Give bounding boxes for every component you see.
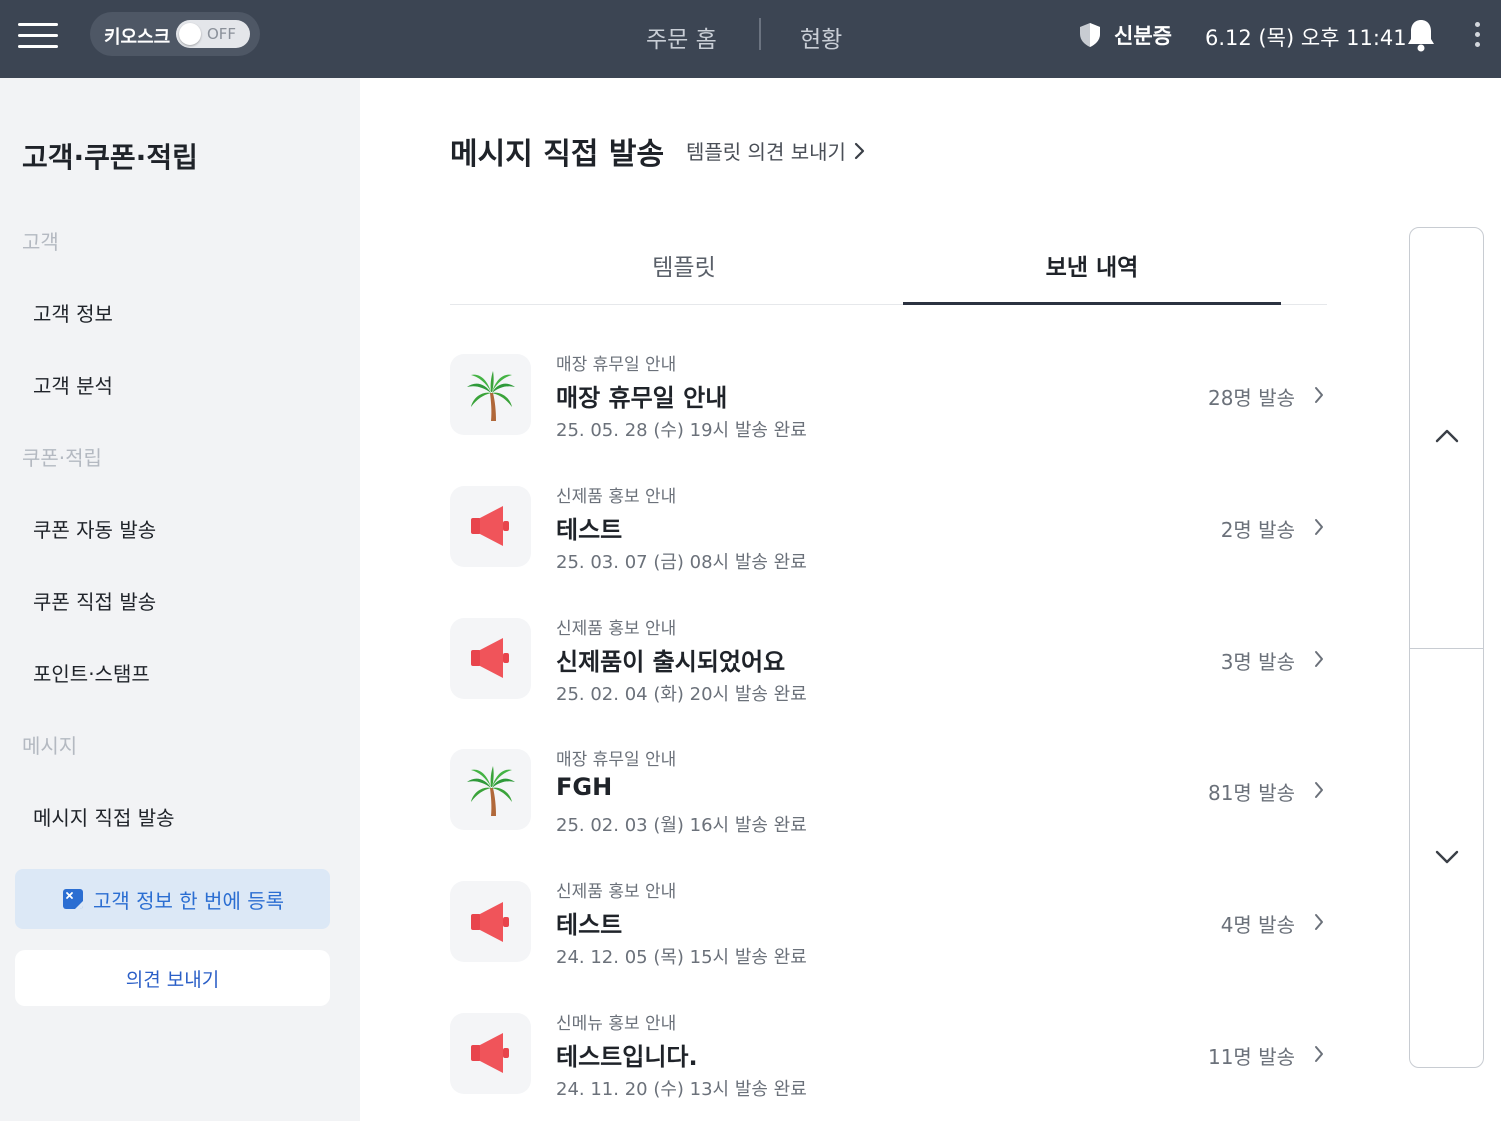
kiosk-state-label: OFF: [207, 25, 237, 43]
datetime: 6.12 (목) 오후 11:41: [1205, 26, 1407, 50]
sidebar-item-point-stamp[interactable]: 포인트·스탬프: [33, 658, 150, 687]
history-row[interactable]: 신제품 홍보 안내신제품이 출시되었어요 25. 02. 04 (화) 20시 발…: [450, 604, 1327, 736]
sidebar-item-coupon-direct[interactable]: 쿠폰 직접 발송: [33, 586, 156, 615]
row-date: 25. 03. 07 (금) 08시 발송 완료: [556, 551, 807, 573]
scroll-up-button[interactable]: [1410, 228, 1483, 648]
sidebar-section-message: 메시지: [22, 734, 78, 758]
row-date: 25. 02. 03 (월) 16시 발송 완료: [556, 815, 807, 837]
shield-icon: [1080, 23, 1100, 47]
chevron-right-icon: [1315, 914, 1323, 931]
row-recipient-count: 4명 발송: [1220, 913, 1295, 938]
row-category: 신제품 홍보 안내: [556, 618, 677, 639]
row-title: 매장 휴무일 안내: [556, 384, 728, 412]
megaphone-icon: [450, 1012, 531, 1094]
row-title: 테스트: [556, 911, 623, 940]
sidebar-item-coupon-auto[interactable]: 쿠폰 자동 발송: [33, 514, 156, 543]
history-row[interactable]: 신메뉴 홍보 안내테스트입니다. 24. 11. 20 (수) 13시 발송 완료…: [450, 999, 1327, 1121]
sidebar-section-customer: 고객: [22, 230, 59, 254]
bulk-register-label: 고객 정보 한 번에 등록: [92, 888, 285, 913]
tab-sent-history[interactable]: 보낸 내역: [903, 248, 1281, 282]
row-recipient-count: 11명 발송: [1207, 1044, 1295, 1069]
template-feedback-link[interactable]: 템플릿 의견 보내기: [686, 136, 866, 165]
chevron-down-icon: [1435, 850, 1459, 864]
row-recipient-count: 28명 발송: [1207, 386, 1295, 410]
chevron-up-icon: [1435, 429, 1459, 443]
scroll-down-button[interactable]: [1410, 649, 1483, 1067]
template-feedback-label: 템플릿 의견 보내기: [686, 140, 846, 164]
toggle-knob: [179, 23, 201, 45]
kiosk-toggle[interactable]: OFF: [176, 20, 250, 48]
row-title: FGH: [556, 773, 613, 802]
tab-template[interactable]: 템플릿: [450, 248, 918, 282]
kiosk-toggle-group: 키오스크 OFF: [90, 12, 260, 56]
scroll-panel: [1409, 227, 1484, 1068]
row-recipient-count: 2명 발송: [1220, 517, 1295, 542]
excel-upload-icon: [62, 889, 83, 909]
more-icon[interactable]: [1467, 19, 1487, 51]
megaphone-icon: [450, 617, 531, 699]
sidebar-section-coupon: 쿠폰·적립: [22, 446, 102, 470]
chevron-right-icon: [854, 142, 865, 159]
sent-history-list: 매장 휴무일 안내 매장 휴무일 안내 25. 05. 28 (수) 19시 발송 …: [450, 340, 1327, 1121]
sidebar-item-customer-analysis[interactable]: 고객 분석: [33, 370, 113, 399]
row-title: 테스트입니다.: [556, 1042, 698, 1071]
chevron-right-icon: [1315, 782, 1323, 799]
bulk-register-button[interactable]: 고객 정보 한 번에 등록: [15, 869, 330, 929]
megaphone-icon: [450, 485, 531, 567]
chevron-right-icon: [1315, 650, 1323, 667]
row-category: 매장 휴무일 안내: [556, 750, 677, 771]
sidebar: 고객·쿠폰·적립 고객 고객 정보 고객 분석 쿠폰·적립 쿠폰 자동 발송 쿠…: [0, 78, 360, 1121]
palm-tree-icon: [450, 354, 531, 435]
active-tab-indicator: [903, 302, 1281, 305]
nav-divider: [759, 18, 761, 50]
sidebar-title: 고객·쿠폰·적립: [22, 141, 198, 174]
row-date: 24. 12. 05 (목) 15시 발송 완료: [556, 947, 807, 969]
chevron-right-icon: [1315, 518, 1323, 535]
bell-icon[interactable]: [1405, 17, 1437, 53]
sidebar-item-message-direct[interactable]: 메시지 직접 발송: [33, 802, 175, 831]
kiosk-label: 키오스크: [104, 27, 171, 48]
history-row[interactable]: 매장 휴무일 안내 FGH 25. 02. 03 (월) 16시 발송 완료 81명 …: [450, 735, 1327, 867]
row-category: 매장 휴무일 안내: [556, 355, 677, 375]
row-recipient-count: 3명 발송: [1220, 649, 1295, 674]
history-row[interactable]: 신제품 홍보 안내테스트 24. 12. 05 (목) 15시 발송 완료 4명 발…: [450, 867, 1327, 999]
row-category: 신메뉴 홍보 안내: [556, 1013, 677, 1034]
row-title: 테스트: [556, 515, 623, 544]
nav-order-home[interactable]: 주문 홈: [646, 20, 717, 54]
palm-tree-icon: [450, 749, 531, 831]
row-category: 신제품 홍보 안내: [556, 882, 677, 903]
feedback-label: 의견 보내기: [125, 968, 220, 991]
menu-icon[interactable]: [18, 22, 58, 48]
top-bar: 키오스크 OFF 주문 홈 현황 신분증 6.12 (목) 오후 11:41: [0, 0, 1501, 78]
row-date: 25. 02. 04 (화) 20시 발송 완료: [556, 683, 807, 705]
nav-status[interactable]: 현황: [800, 20, 842, 54]
row-category: 신제품 홍보 안내: [556, 486, 677, 507]
history-row[interactable]: 신제품 홍보 안내테스트 25. 03. 07 (금) 08시 발송 완료 2명 발…: [450, 472, 1327, 604]
page-title: 메시지 직접 발송: [450, 137, 665, 172]
sidebar-item-customer-info[interactable]: 고객 정보: [33, 298, 113, 327]
row-title: 신제품이 출시되었어요: [556, 647, 786, 676]
id-card-label: 신분증: [1114, 24, 1172, 48]
row-date: 25. 05. 28 (수) 19시 발송 완료: [556, 420, 807, 441]
megaphone-icon: [450, 881, 531, 963]
row-date: 24. 11. 20 (수) 13시 발송 완료: [556, 1078, 807, 1100]
feedback-button[interactable]: 의견 보내기: [15, 950, 330, 1006]
history-row[interactable]: 매장 휴무일 안내 매장 휴무일 안내 25. 05. 28 (수) 19시 발송 …: [450, 340, 1327, 472]
chevron-right-icon: [1315, 387, 1323, 403]
row-recipient-count: 81명 발송: [1207, 781, 1295, 806]
chevron-right-icon: [1315, 1045, 1323, 1062]
id-card-button[interactable]: 신분증: [1078, 21, 1172, 49]
